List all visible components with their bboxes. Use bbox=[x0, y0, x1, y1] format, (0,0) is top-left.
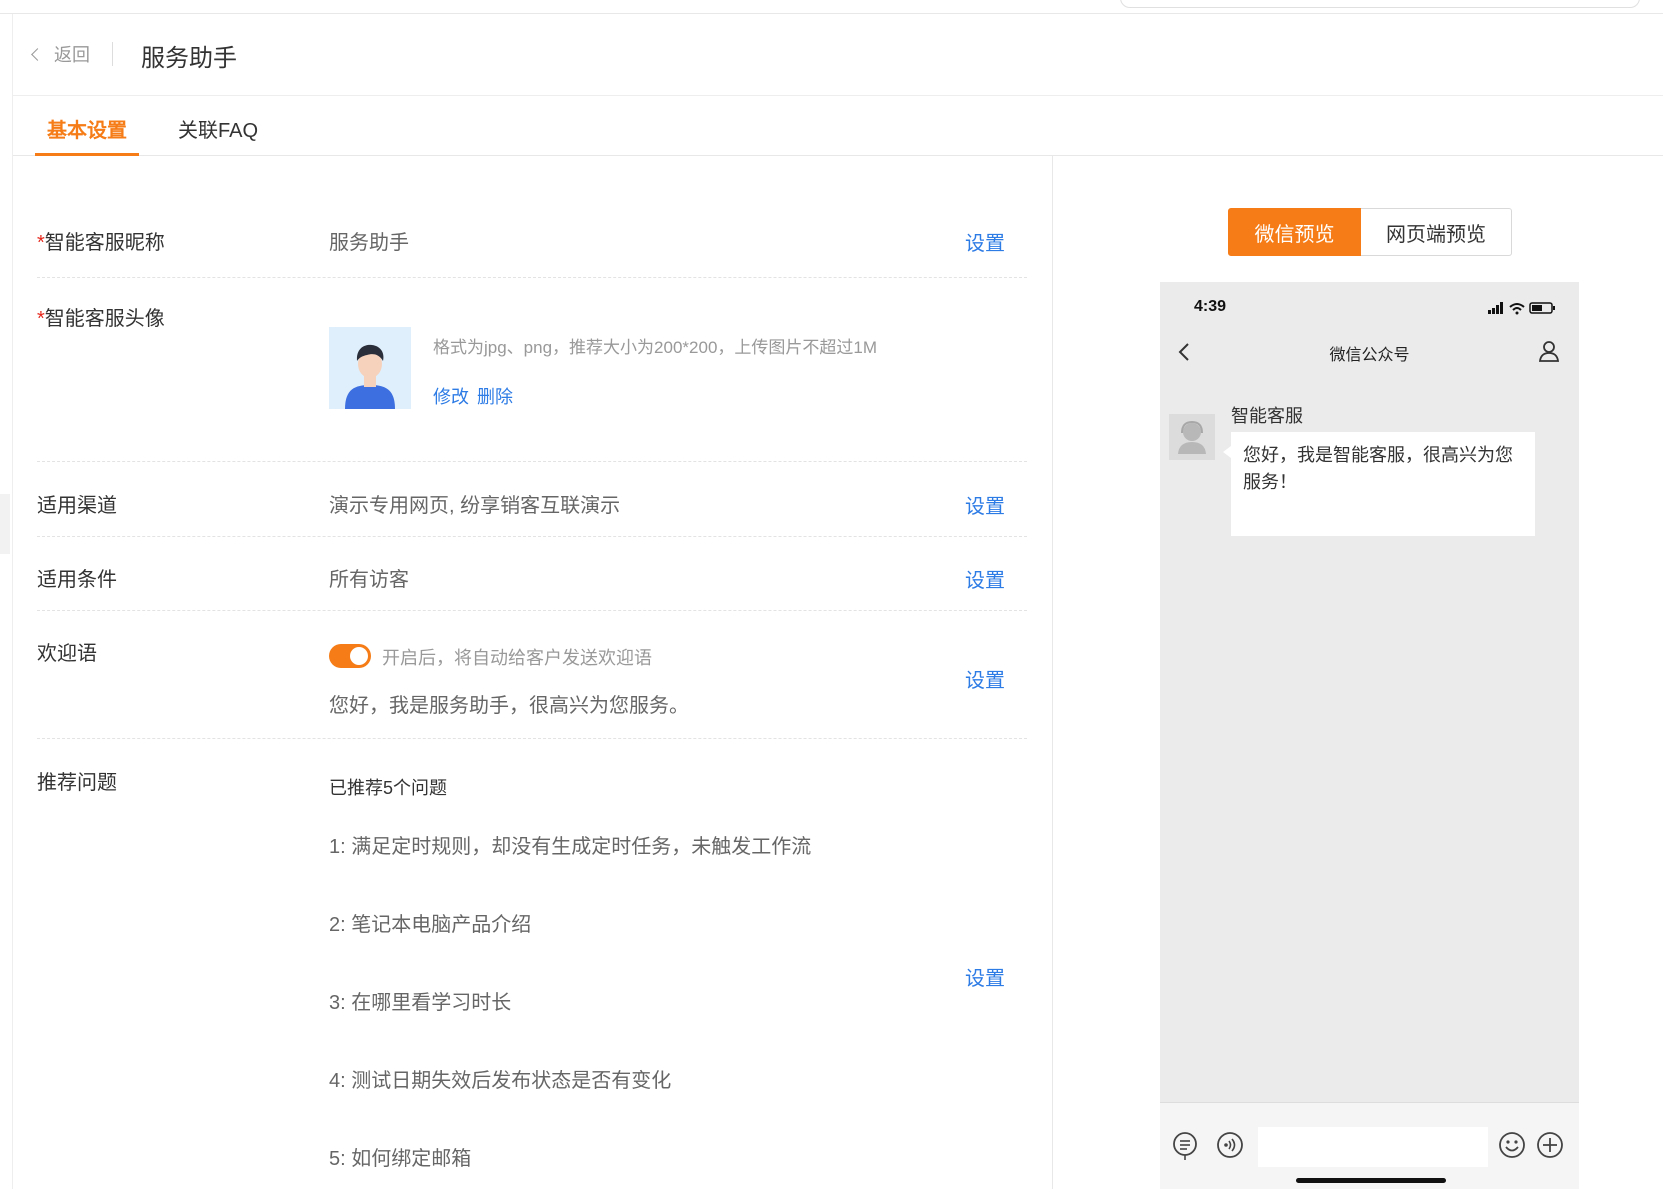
welcome-label: 欢迎语 bbox=[37, 643, 97, 665]
phone-nav-title: 微信公众号 bbox=[1329, 347, 1410, 364]
tab-bar: 基本设置 关联FAQ bbox=[13, 96, 1663, 156]
left-panel-handle[interactable] bbox=[0, 494, 10, 554]
recommended-question: 5: 如何绑定邮箱 bbox=[329, 1148, 472, 1170]
welcome-set-button[interactable]: 设置 bbox=[965, 664, 1005, 693]
recommended-question: 2: 笔记本电脑产品介绍 bbox=[329, 914, 532, 936]
nickname-label: *智能客服昵称 bbox=[37, 232, 165, 254]
avatar-format-hint: 格式为jpg、png，推荐大小为200*200，上传图片不超过1M bbox=[433, 338, 878, 357]
condition-label: 适用条件 bbox=[37, 569, 117, 591]
status-icons bbox=[1488, 301, 1560, 320]
back-button[interactable]: 返回 bbox=[31, 41, 90, 67]
avatar-label: *智能客服头像 bbox=[37, 308, 165, 330]
nickname-set-button[interactable]: 设置 bbox=[965, 227, 1005, 256]
recommended-question: 3: 在哪里看学习时长 bbox=[329, 992, 512, 1014]
tab-basic-settings[interactable]: 基本设置 bbox=[35, 114, 139, 156]
condition-row: 适用条件 所有访客 设置 bbox=[37, 537, 1027, 611]
global-search-input[interactable] bbox=[1120, 0, 1640, 8]
menu-list-icon[interactable] bbox=[1172, 1131, 1198, 1166]
top-strip bbox=[0, 0, 1663, 14]
avatar-delete-link[interactable]: 删除 bbox=[477, 383, 513, 409]
channel-value: 演示专用网页, 纷享销客互联演示 bbox=[329, 495, 621, 517]
back-label: 返回 bbox=[54, 45, 90, 65]
voice-icon[interactable] bbox=[1216, 1131, 1244, 1164]
recommended-set-button[interactable]: 设置 bbox=[965, 962, 1005, 991]
message-input[interactable] bbox=[1258, 1127, 1488, 1167]
required-mark: * bbox=[37, 232, 45, 254]
nickname-value: 服务助手 bbox=[329, 232, 409, 254]
welcome-row: 欢迎语 开启后，将自动给客户发送欢迎语 您好，我是服务助手，很高兴为您服务。 设… bbox=[37, 611, 1027, 739]
bot-name: 智能客服 bbox=[1231, 406, 1303, 426]
channel-label: 适用渠道 bbox=[37, 495, 117, 517]
recommended-question: 4: 测试日期失效后发布状态是否有变化 bbox=[329, 1070, 672, 1092]
wifi-icon bbox=[1509, 303, 1525, 311]
phone-preview: 4:39 微信公众号 智能客服 您好，我是智能客服，很高兴为您服务！ bbox=[1160, 282, 1579, 1189]
emoji-icon[interactable] bbox=[1498, 1131, 1526, 1164]
welcome-message: 您好，我是服务助手，很高兴为您服务。 bbox=[329, 695, 689, 717]
phone-navbar: 微信公众号 bbox=[1160, 330, 1579, 374]
recommended-question: 1: 满足定时规则，却没有生成定时任务，未触发工作流 bbox=[329, 836, 812, 858]
chevron-left-icon bbox=[31, 47, 44, 61]
phone-input-bar bbox=[1160, 1102, 1579, 1189]
home-indicator bbox=[1296, 1178, 1446, 1183]
condition-value: 所有访客 bbox=[329, 569, 409, 591]
recommended-row: 推荐问题 已推荐5个问题 1: 满足定时规则，却没有生成定时任务，未触发工作流 … bbox=[37, 739, 1027, 1189]
tab-related-faq[interactable]: 关联FAQ bbox=[178, 114, 258, 143]
panel-divider bbox=[1052, 156, 1053, 1189]
avatar-image bbox=[329, 327, 411, 409]
channel-set-button[interactable]: 设置 bbox=[965, 490, 1005, 519]
welcome-bubble: 您好，我是智能客服，很高兴为您服务！ bbox=[1223, 432, 1535, 536]
phone-status-bar: 4:39 bbox=[1160, 282, 1579, 330]
condition-set-button[interactable]: 设置 bbox=[965, 564, 1005, 593]
channel-row: 适用渠道 演示专用网页, 纷享销客互联演示 设置 bbox=[37, 462, 1027, 537]
phone-time: 4:39 bbox=[1194, 298, 1227, 315]
plus-icon[interactable] bbox=[1536, 1131, 1564, 1164]
welcome-toggle[interactable] bbox=[329, 644, 371, 668]
preview-switch: 微信预览 网页端预览 bbox=[1228, 208, 1512, 256]
page-header: 返回 服务助手 bbox=[13, 14, 1663, 96]
nickname-row: *智能客服昵称 服务助手 设置 bbox=[37, 196, 1027, 278]
welcome-toggle-hint: 开启后，将自动给客户发送欢迎语 bbox=[382, 648, 652, 668]
user-icon[interactable] bbox=[1538, 340, 1560, 367]
required-mark: * bbox=[37, 308, 45, 330]
recommended-label: 推荐问题 bbox=[37, 772, 117, 794]
recommended-summary: 已推荐5个问题 bbox=[329, 778, 448, 798]
wechat-preview-button[interactable]: 微信预览 bbox=[1228, 208, 1361, 256]
battery-icon bbox=[1529, 302, 1555, 314]
bot-avatar bbox=[1169, 414, 1215, 460]
signal-icon bbox=[1488, 302, 1503, 314]
left-edge-divider bbox=[12, 14, 13, 1189]
avatar-edit-link[interactable]: 修改 bbox=[433, 383, 469, 409]
web-preview-button[interactable]: 网页端预览 bbox=[1361, 208, 1512, 256]
page-title: 服务助手 bbox=[141, 45, 237, 72]
toggle-knob bbox=[350, 647, 368, 665]
avatar-row: *智能客服头像 格式为jpg、png，推荐大小为200*200，上传图片不超过1… bbox=[37, 278, 1027, 462]
header-separator bbox=[112, 42, 113, 66]
